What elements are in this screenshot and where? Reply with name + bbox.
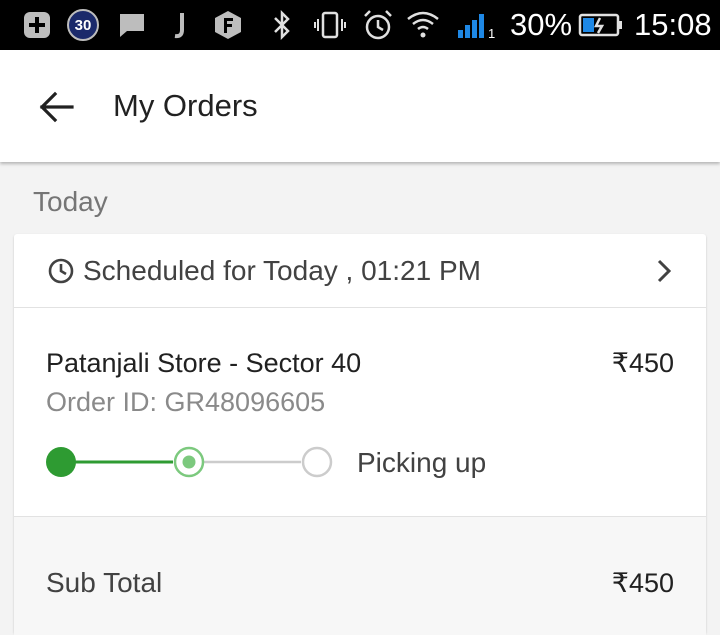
battery-charging-icon: [578, 10, 624, 40]
schedule-row[interactable]: Scheduled for Today , 01:21 PM: [14, 234, 706, 308]
sim-indicator: 1: [488, 26, 496, 41]
order-progress-tracker: [46, 446, 333, 478]
order-card[interactable]: Scheduled for Today , 01:21 PM Patanjali…: [14, 234, 706, 635]
order-id: Order ID: GR48096605: [46, 387, 326, 417]
notification-count: 30: [74, 16, 92, 34]
clock-time: 15:08: [634, 7, 712, 42]
chevron-right-icon[interactable]: [654, 258, 674, 289]
progress-step-1: [46, 447, 76, 477]
progress-step-2-dot: [182, 455, 196, 469]
arrow-back-icon: [39, 91, 74, 123]
bluetooth-icon: [270, 10, 294, 40]
f-app-icon: [212, 10, 244, 40]
alarm-icon: [362, 10, 394, 40]
schedule-text: Scheduled for Today , 01:21 PM: [83, 255, 481, 286]
subtotal-label: Sub Total: [46, 567, 163, 598]
store-name: Patanjali Store - Sector 40: [46, 348, 362, 378]
badge-30-icon: 30: [66, 9, 100, 41]
vibrate-icon: [313, 10, 347, 40]
progress-step-3: [301, 446, 333, 478]
section-label-today: Today: [33, 186, 108, 217]
order-price: ₹450: [611, 348, 674, 378]
add-box-icon: [22, 10, 52, 40]
app-bar: My Orders: [0, 50, 720, 162]
j-app-icon: [170, 10, 190, 40]
message-icon: [117, 10, 147, 40]
page-title: My Orders: [113, 88, 258, 123]
order-summary: Sub Total ₹450: [14, 516, 706, 635]
order-status: Picking up: [357, 447, 487, 478]
wifi-icon: [405, 10, 441, 40]
subtotal-value: ₹450: [611, 568, 674, 598]
battery-percent: 30%: [510, 7, 573, 42]
clock-icon: [48, 258, 74, 289]
status-bar: 30 1 30% 15:08: [0, 0, 720, 50]
back-button[interactable]: [30, 84, 82, 130]
signal-icon: 1: [456, 10, 496, 41]
